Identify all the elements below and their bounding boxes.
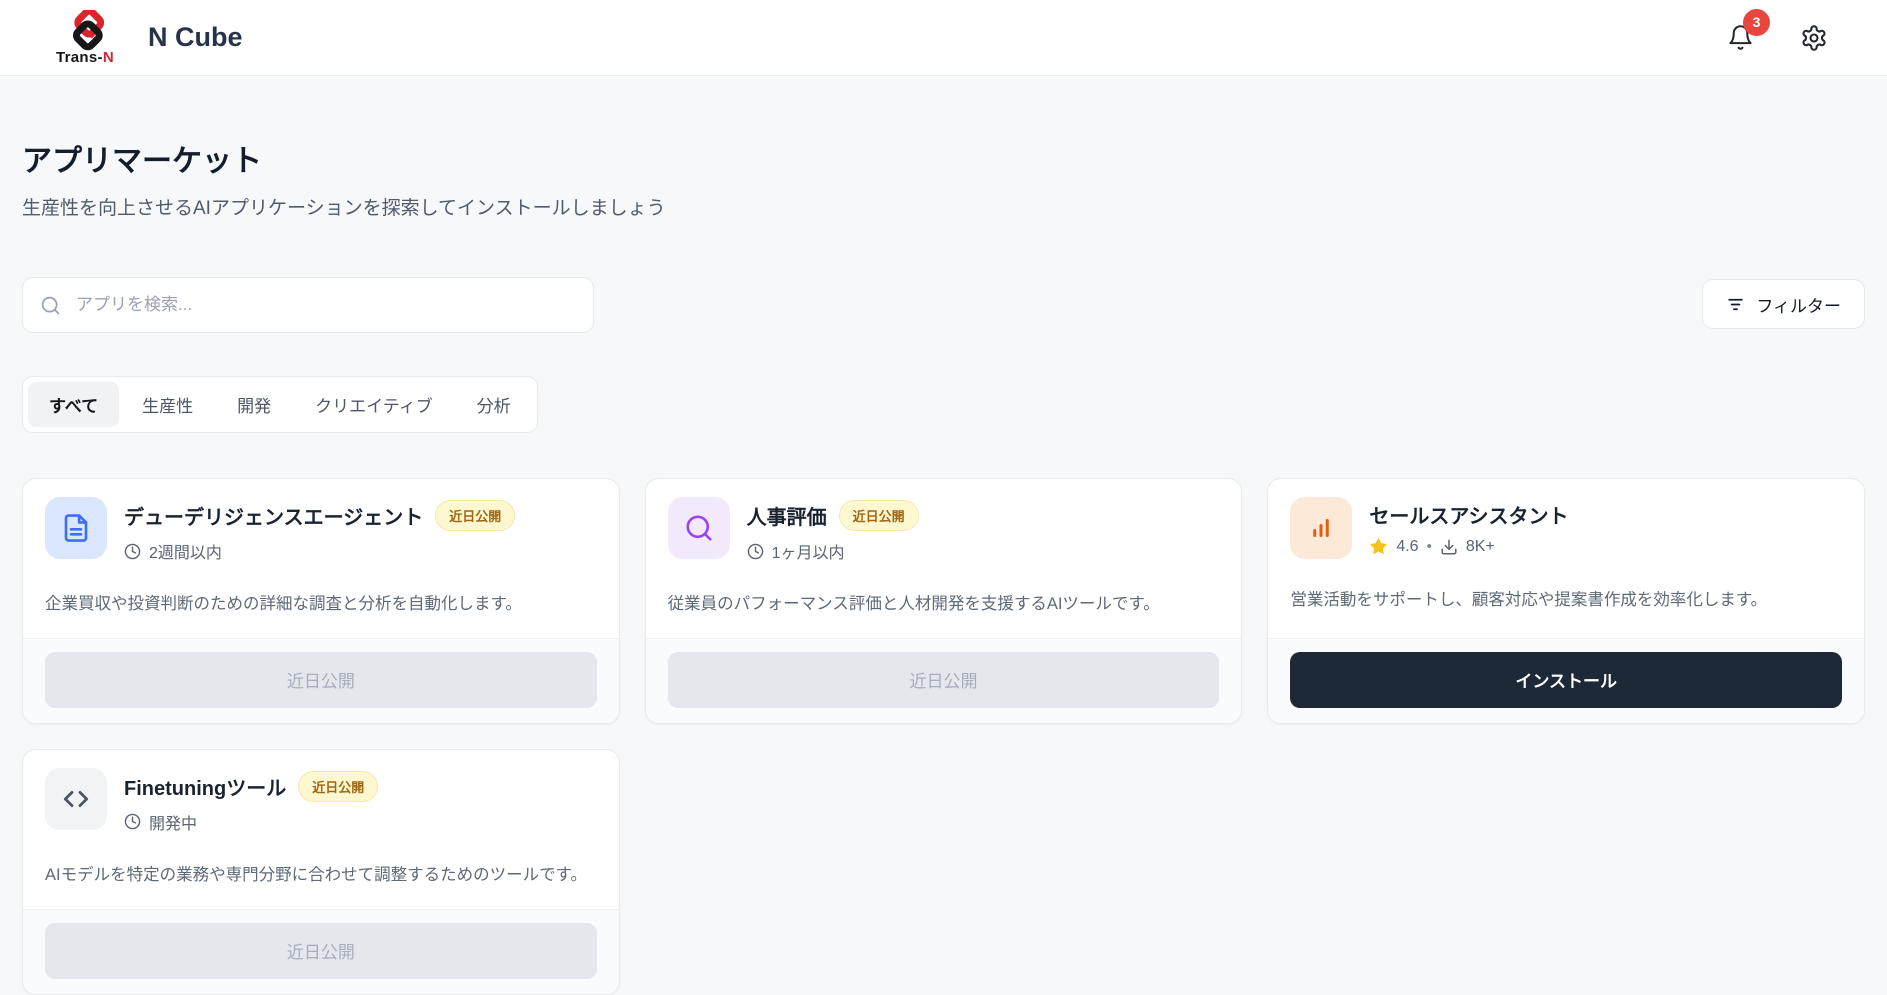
coming-soon-button[interactable]: 近日公開 xyxy=(45,923,597,979)
install-button[interactable]: インストール xyxy=(1290,652,1842,708)
file-text-icon xyxy=(45,497,107,559)
search-icon xyxy=(40,295,61,316)
filter-button[interactable]: フィルター xyxy=(1702,279,1865,329)
tab-all[interactable]: すべて xyxy=(28,382,119,427)
notifications-button[interactable]: 3 xyxy=(1725,23,1755,53)
category-tabs: すべて 生産性 開発 クリエイティブ 分析 xyxy=(22,376,538,433)
eta-text: 2週間以内 xyxy=(149,539,222,563)
app-name: 人事評価 xyxy=(747,501,827,530)
search-box[interactable] xyxy=(22,277,594,333)
app-description: 企業買収や投資判断のための詳細な調査と分析を自動化します。 xyxy=(45,593,597,617)
clock-icon xyxy=(747,543,764,560)
app-name: セールスアシスタント xyxy=(1369,500,1568,529)
separator-dot: • xyxy=(1427,538,1432,555)
app-name: デューデリジェンスエージェント xyxy=(124,501,423,530)
page-subtitle: 生産性を向上させるAIアプリケーションを探索してインストールしましょう xyxy=(22,193,1865,220)
search-toolbar: フィルター xyxy=(22,277,1865,333)
coming-soon-button[interactable]: 近日公開 xyxy=(668,652,1220,708)
coming-soon-badge: 近日公開 xyxy=(435,500,515,531)
tab-productivity[interactable]: 生産性 xyxy=(121,382,214,427)
app-eta: 2週間以内 xyxy=(124,539,515,563)
tab-development[interactable]: 開発 xyxy=(216,382,292,427)
app-description: 営業活動をサポートし、顧客対応や提案書作成を効率化します。 xyxy=(1290,589,1842,613)
search-input[interactable] xyxy=(74,294,576,316)
app-description: 従業員のパフォーマンス評価と人材開発を支援するAIツールです。 xyxy=(668,593,1220,617)
magnifier-icon xyxy=(668,497,730,559)
app-stats: 4.6 • 8K+ xyxy=(1369,537,1568,556)
app-title: N Cube xyxy=(148,22,243,53)
coming-soon-badge: 近日公開 xyxy=(839,500,919,531)
app-eta: 開発中 xyxy=(124,810,378,834)
app-card-due-diligence: デューデリジェンスエージェント 近日公開 2週間以内 企業買収や投資判断のための… xyxy=(22,478,620,724)
brand-name: Trans-N xyxy=(56,49,114,66)
star-icon xyxy=(1369,537,1388,556)
card-footer: 近日公開 xyxy=(23,638,619,723)
filter-label: フィルター xyxy=(1756,292,1841,317)
coming-soon-button[interactable]: 近日公開 xyxy=(45,652,597,708)
app-card-hr-evaluation: 人事評価 近日公開 1ヶ月以内 従業員のパフォーマンス評価と人材開発を支援するA… xyxy=(645,478,1243,724)
page-title: アプリマーケット xyxy=(22,136,1865,180)
card-footer: 近日公開 xyxy=(23,909,619,994)
notification-count-badge: 3 xyxy=(1743,9,1770,36)
eta-text: 1ヶ月以内 xyxy=(772,539,845,563)
coming-soon-badge: 近日公開 xyxy=(298,771,378,802)
app-name: Finetuningツール xyxy=(124,772,286,801)
card-footer: インストール xyxy=(1268,638,1864,723)
app-card-finetuning-tool: Finetuningツール 近日公開 開発中 AIモデルを特定の業務や専門分野に… xyxy=(22,749,620,995)
app-card-grid: デューデリジェンスエージェント 近日公開 2週間以内 企業買収や投資判断のための… xyxy=(22,478,1865,995)
top-bar: Trans-N N Cube 3 xyxy=(0,0,1887,76)
app-eta: 1ヶ月以内 xyxy=(747,539,919,563)
trans-n-logo: Trans-N xyxy=(48,10,122,66)
tab-creative[interactable]: クリエイティブ xyxy=(294,382,454,427)
app-market-page: アプリマーケット 生産性を向上させるAIアプリケーションを探索してインストールし… xyxy=(0,136,1887,995)
gear-icon xyxy=(1800,24,1828,52)
clock-icon xyxy=(124,543,141,560)
download-icon xyxy=(1440,538,1458,556)
tab-analytics[interactable]: 分析 xyxy=(456,382,532,427)
bar-chart-icon xyxy=(1290,497,1352,559)
card-footer: 近日公開 xyxy=(646,638,1242,723)
code-icon xyxy=(45,768,107,830)
rating-value: 4.6 xyxy=(1396,538,1418,556)
clock-icon xyxy=(124,813,141,830)
app-card-sales-assistant: セールスアシスタント 4.6 • 8K+ xyxy=(1267,478,1865,724)
trans-n-logo-mark xyxy=(56,10,114,52)
filter-lines-icon xyxy=(1726,295,1745,314)
eta-text: 開発中 xyxy=(149,810,197,834)
settings-button[interactable] xyxy=(1799,23,1829,53)
app-description: AIモデルを特定の業務や専門分野に合わせて調整するためのツールです。 xyxy=(45,864,597,888)
download-count: 8K+ xyxy=(1466,538,1495,556)
header-actions: 3 xyxy=(1725,23,1829,53)
